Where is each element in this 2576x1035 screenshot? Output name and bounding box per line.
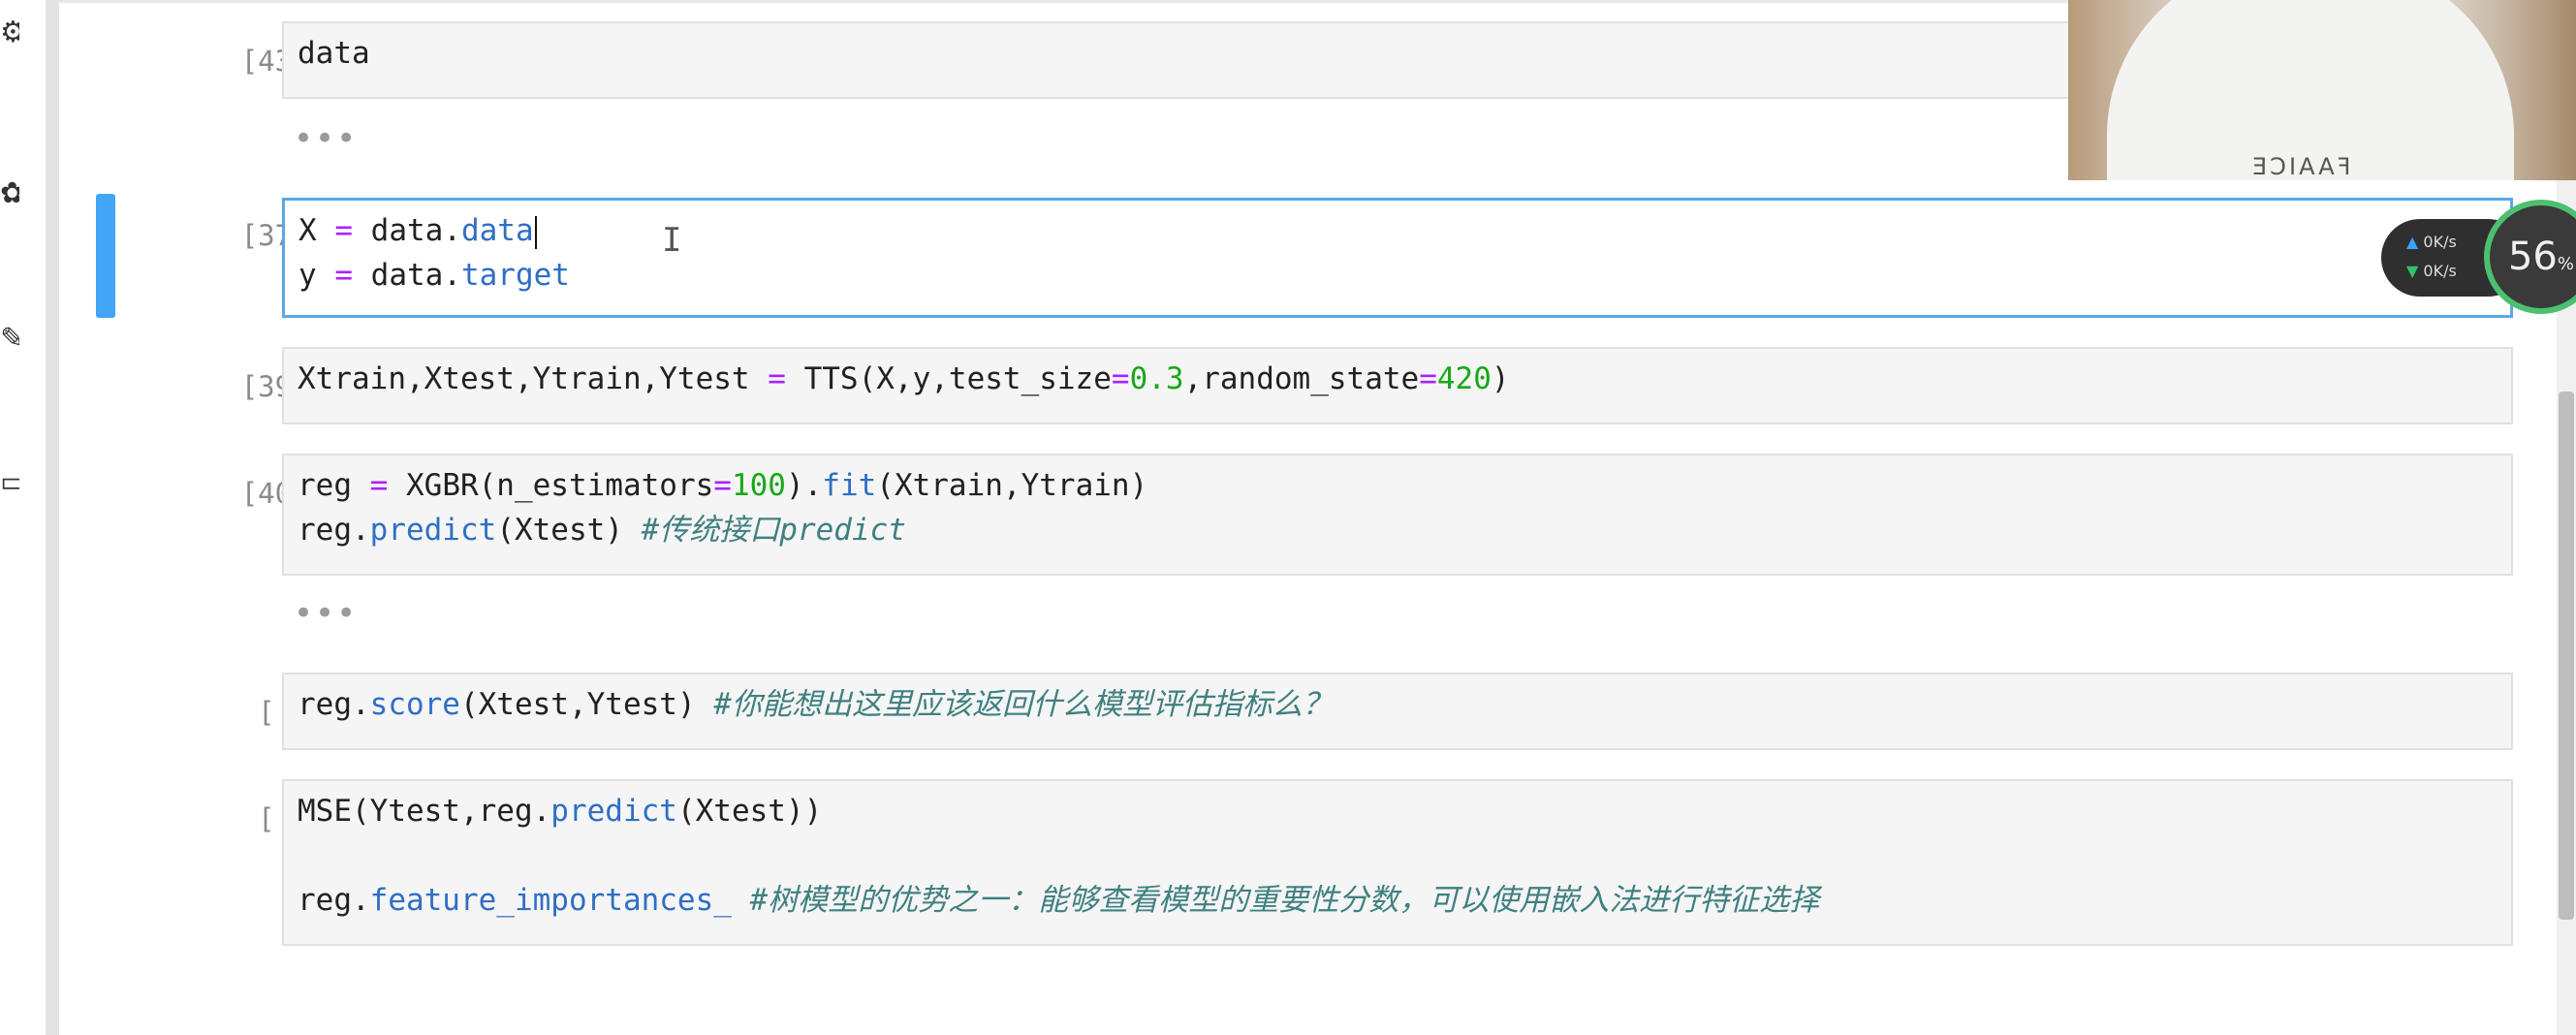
cell-editor[interactable]: reg = XGBR(n_estimators=100).fit(Xtrain,… (282, 454, 2513, 576)
code-line: reg.predict(Xtest) #传统接口predict (298, 513, 906, 548)
cell-editor[interactable]: reg.score(Xtest,Ytest) #你能想出这里应该返回什么模型评估… (282, 673, 2513, 750)
code-line: Xtrain,Xtest,Ytrain,Ytest = TTS(X,y,test… (298, 361, 1510, 396)
webcam-overlay: ƎƆIAAꟻ (2068, 0, 2576, 180)
panel-divider[interactable] (46, 0, 59, 1035)
window-icon[interactable]: ▭ (0, 463, 19, 502)
code-line: reg.feature_importances_ #树模型的优势之一：能够查看模… (298, 883, 1820, 918)
code-line: MSE(Ytest,reg.predict(Xtest)) (298, 794, 823, 829)
gauge-unit: % (2557, 254, 2574, 274)
code-line: y = data.target (298, 258, 570, 293)
palette-icon[interactable]: ✿ (0, 174, 19, 213)
active-cell-indicator (96, 194, 115, 318)
upload-speed: 0K/s (2423, 233, 2457, 251)
collapsed-output-icon[interactable]: ••• (294, 122, 358, 155)
code-line: X = data.data (298, 208, 2497, 253)
ibeam-cursor-icon: I (662, 221, 682, 260)
cell-editor[interactable]: Xtrain,Xtest,Ytrain,Ytest = TTS(X,y,test… (282, 347, 2513, 424)
collapsed-output-icon[interactable]: ••• (294, 597, 358, 630)
wrench-icon[interactable]: ✎ (0, 320, 19, 359)
tool-icon[interactable]: ⚙ (0, 14, 19, 52)
upload-arrow-icon: ▲ (2406, 233, 2419, 251)
code-line: reg = XGBR(n_estimators=100).fit(Xtrain,… (298, 468, 1148, 503)
gauge-value: 56 (2507, 235, 2558, 279)
download-speed: 0K/s (2423, 262, 2457, 280)
hoodie-print: ƎƆIAAꟻ (2252, 153, 2354, 180)
text-caret (534, 215, 537, 249)
cell-editor[interactable]: X = data.data y = data.target (282, 198, 2513, 318)
cell-editor[interactable]: MSE(Ytest,reg.predict(Xtest)) reg.featur… (282, 779, 2513, 946)
scrollbar-thumb[interactable] (2559, 392, 2574, 920)
left-toolbar: ⚙ ✿ ✎ ▭ (0, 0, 21, 1035)
code-line: reg.score(Xtest,Ytest) #你能想出这里应该返回什么模型评估… (298, 687, 1333, 722)
download-arrow-icon: ▼ (2406, 262, 2419, 280)
